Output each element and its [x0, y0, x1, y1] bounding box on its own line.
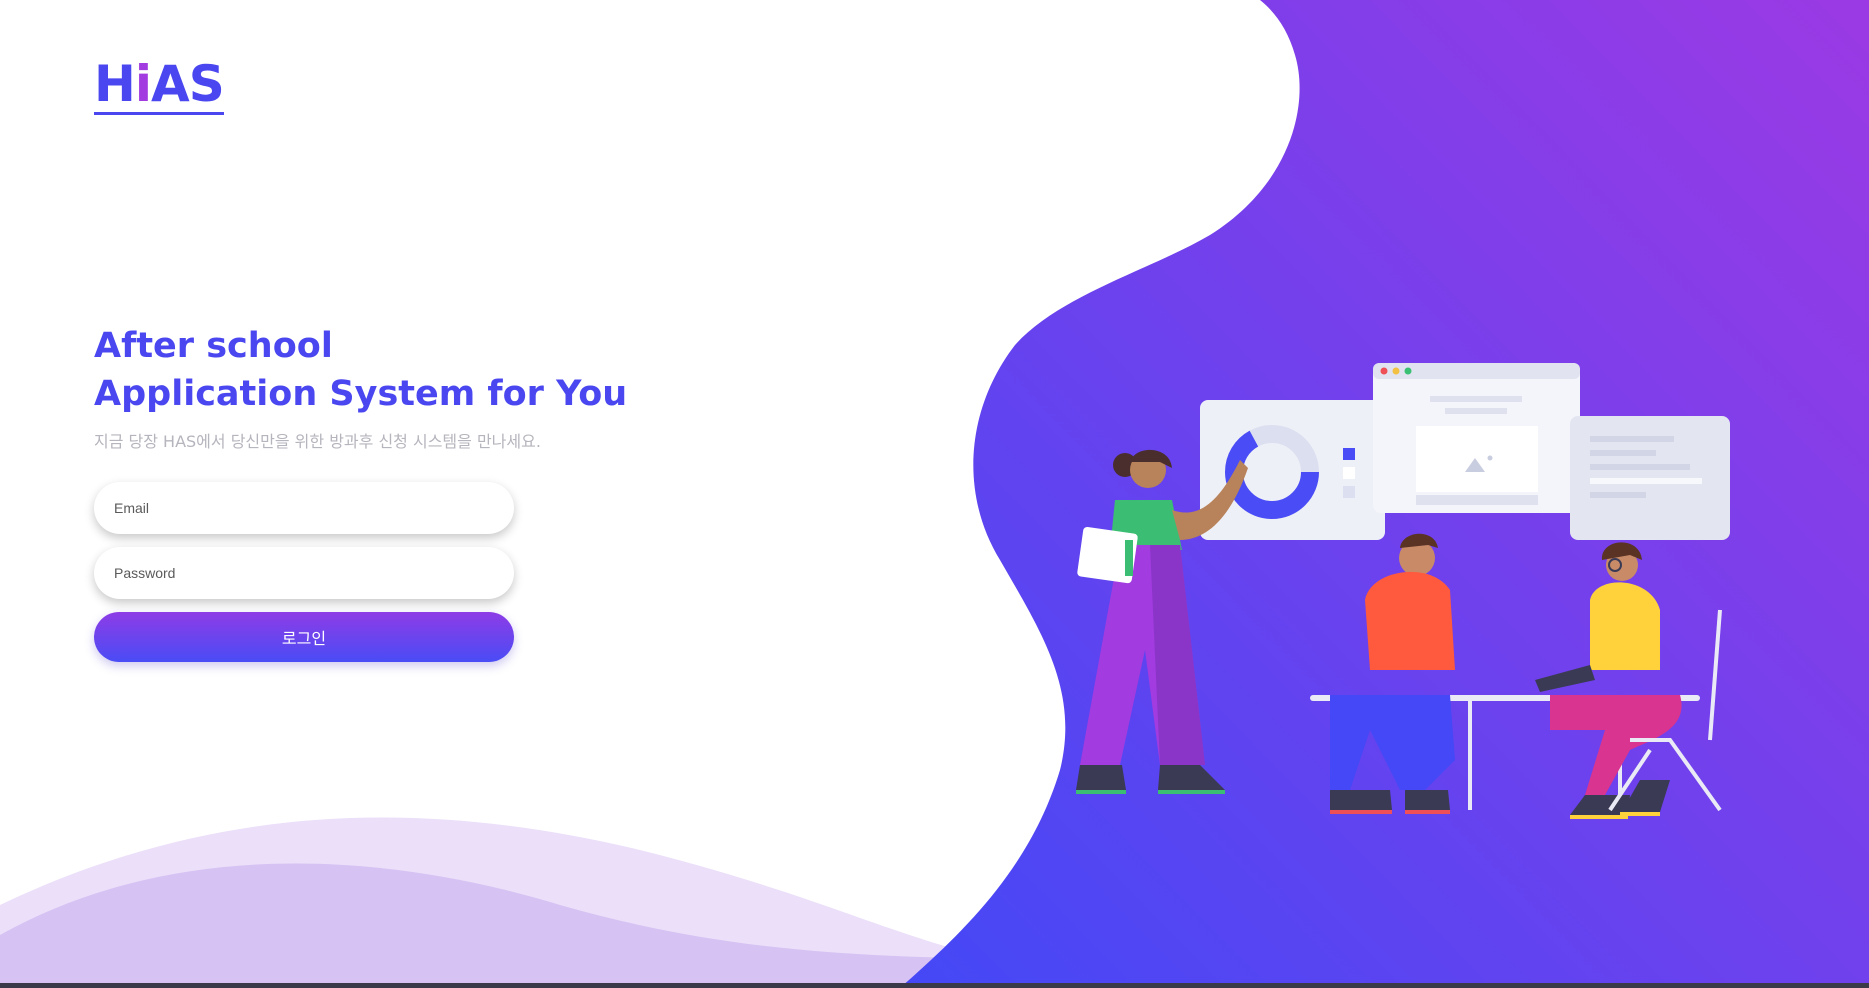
title-line-2: Application System for You	[94, 374, 628, 414]
page-title: After school Application System for You	[94, 322, 627, 418]
standing-woman	[1076, 449, 1248, 794]
login-button[interactable]: 로그인	[94, 612, 514, 662]
page-subtitle: 지금 당장 HAS에서 당신만을 위한 방과후 신청 시스템을 만나세요.	[94, 432, 541, 451]
team-illustration	[1076, 363, 1730, 819]
sitting-woman	[1535, 542, 1722, 819]
title-line-1: After school	[94, 326, 333, 366]
dashboard-panels	[1200, 363, 1730, 540]
email-input[interactable]	[94, 482, 514, 534]
password-input[interactable]	[94, 547, 514, 599]
sitting-man	[1330, 533, 1455, 814]
hias-logo[interactable]: HiAS	[94, 56, 225, 115]
bottom-edge	[0, 983, 1869, 988]
